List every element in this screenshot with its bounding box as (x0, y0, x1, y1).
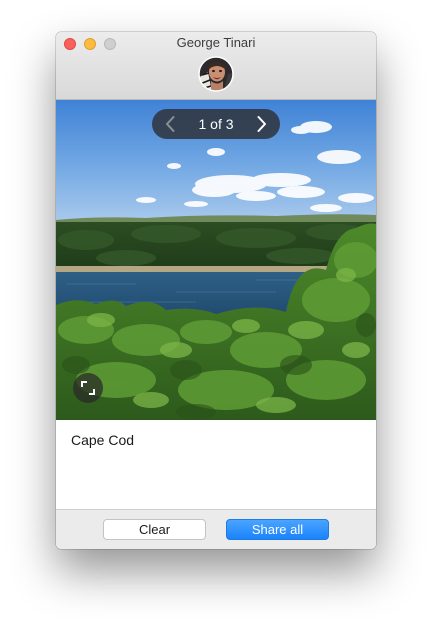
window-title: George Tinari (176, 35, 256, 50)
photo-viewer: 1 of 3 (56, 100, 376, 420)
clear-button[interactable]: Clear (103, 519, 206, 540)
photo-pager: 1 of 3 (152, 109, 280, 139)
landscape-photo (56, 100, 376, 420)
avatar (198, 56, 234, 92)
photo-caption: Cape Cod (71, 432, 135, 448)
next-photo-button[interactable] (246, 109, 276, 139)
chevron-right-icon (257, 116, 266, 132)
share-all-button[interactable]: Share all (226, 519, 329, 540)
share-window: George Tinari 1 of 3 Cape Cod Clear Shar… (56, 32, 376, 549)
photo-position: 1 of 3 (198, 116, 234, 132)
action-bar: Clear Share all (56, 509, 376, 549)
caption-area: Cape Cod (56, 420, 376, 509)
expand-icon (81, 381, 95, 395)
expand-photo-button[interactable] (73, 373, 103, 403)
title-bar: George Tinari (56, 32, 376, 100)
